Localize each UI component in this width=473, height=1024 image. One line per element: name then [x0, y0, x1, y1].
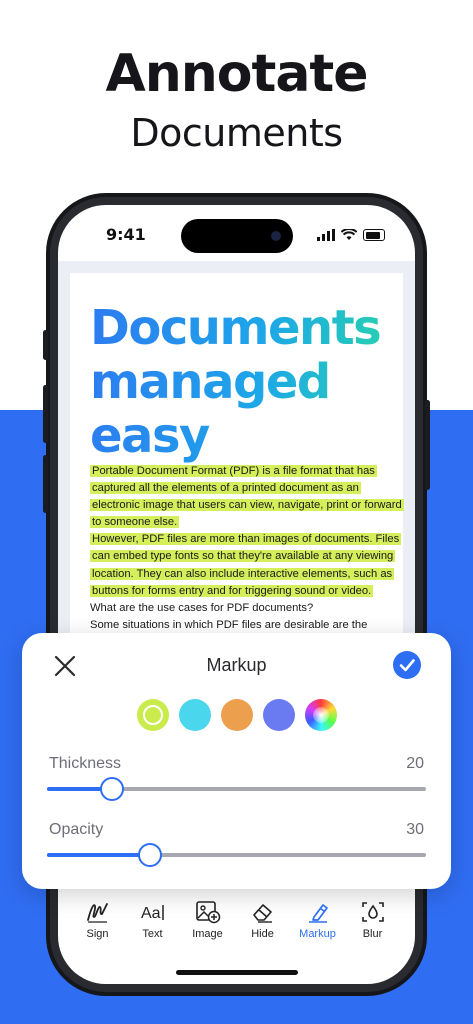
status-time: 9:41 [106, 225, 146, 244]
text-icon: Aa [141, 905, 164, 922]
markup-panel: Markup Thickness 20 Opacity 30 [22, 633, 451, 889]
thickness-label: Thickness [49, 755, 122, 772]
confirm-button[interactable] [393, 651, 421, 679]
opacity-slider[interactable] [47, 843, 426, 867]
blur-drop-icon [361, 902, 384, 922]
color-swatches [137, 699, 337, 731]
highlighted-text[interactable]: However, PDF files are more than images … [90, 533, 402, 597]
thickness-slider-handle[interactable] [100, 777, 125, 801]
color-swatch-cyan[interactable] [179, 699, 211, 731]
volume-up-button [43, 385, 48, 443]
highlighted-text[interactable]: Portable Document Format (PDF) is a file… [90, 465, 404, 529]
headline-subtitle: Documents [130, 111, 343, 155]
thickness-value: 20 [406, 755, 424, 772]
document-body: Portable Document Format (PDF) is a file… [90, 463, 405, 634]
wifi-icon [341, 229, 357, 240]
thickness-slider[interactable] [47, 777, 426, 801]
tool-blur[interactable]: Blur [345, 896, 400, 952]
opacity-slider-fill [47, 853, 150, 857]
home-indicator [176, 970, 298, 975]
signature-icon [86, 903, 108, 923]
tool-hide[interactable]: Hide [235, 896, 290, 952]
bottom-toolbar: Sign Aa Text Image Hide Markup Blur [70, 896, 400, 952]
headline: Annotate Documents [0, 42, 473, 160]
status-bar: 9:41 [58, 205, 415, 261]
paragraph-text: Some situations in which PDF files are d… [90, 618, 368, 631]
image-add-icon [195, 901, 220, 924]
tool-image[interactable]: Image [180, 896, 235, 952]
paragraph-text: What are the use cases for PDF documents… [90, 601, 314, 614]
eraser-icon [252, 904, 272, 923]
volume-down-button [43, 455, 48, 513]
status-icons [317, 229, 385, 241]
panel-title: Markup [206, 655, 267, 675]
mute-switch [43, 330, 48, 360]
opacity-value: 30 [406, 821, 424, 838]
tool-sign[interactable]: Sign [70, 896, 125, 952]
power-button [425, 400, 430, 490]
dynamic-island [181, 219, 293, 253]
tool-markup[interactable]: Markup [290, 896, 345, 952]
color-swatch-lime[interactable] [137, 699, 169, 731]
signal-icon [317, 229, 335, 241]
checkmark-icon [399, 659, 415, 672]
svg-text:Aa: Aa [141, 905, 161, 922]
color-swatch-orange[interactable] [221, 699, 253, 731]
color-wheel-icon[interactable] [305, 699, 337, 731]
opacity-label: Opacity [49, 821, 104, 838]
opacity-slider-handle[interactable] [138, 843, 163, 867]
color-swatch-indigo[interactable] [263, 699, 295, 731]
tool-text[interactable]: Aa Text [125, 896, 180, 952]
battery-icon [363, 229, 385, 241]
headline-title: Annotate [105, 44, 368, 104]
document-title: Documents managed easy [90, 301, 400, 463]
marker-icon [308, 904, 328, 923]
